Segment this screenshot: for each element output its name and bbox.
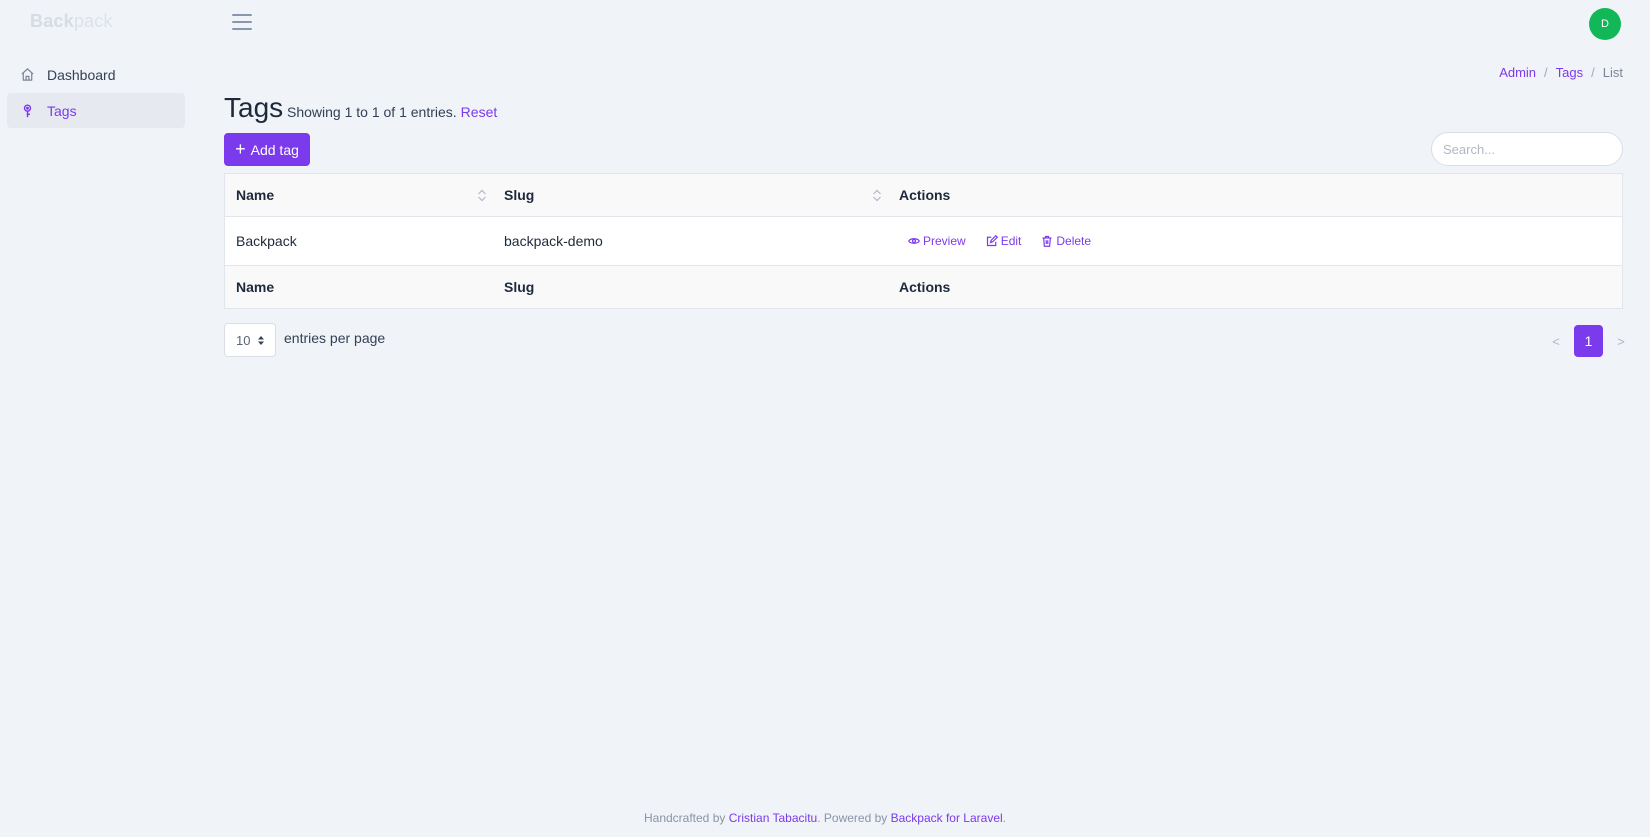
column-footer-actions: Actions [899,279,951,295]
brand-part-2: pack [73,11,113,31]
user-avatar[interactable]: D [1589,8,1621,40]
per-page-label: entries per page [284,330,386,346]
breadcrumb-admin[interactable]: Admin [1499,65,1536,80]
column-footer-slug: Slug [504,279,535,295]
delete-label: Delete [1056,234,1092,248]
edit-label: Edit [1000,234,1022,248]
per-page-select[interactable]: 10 [224,323,276,357]
next-page-button[interactable]: > [1609,334,1633,349]
preview-button[interactable]: Preview [908,234,966,248]
page-title: Tags [224,92,284,123]
table-footer-row: Name Slug Actions [225,265,1622,308]
row-actions: Preview Edit Delete [908,234,1091,248]
breadcrumb-separator: / [1544,65,1548,80]
plus-icon: + [235,138,246,159]
eye-icon [908,238,920,244]
pagination: < 1 > [1544,325,1633,357]
footer-text-3: . [1002,811,1007,825]
table-header-row: Name Slug Actions [225,174,1622,217]
home-icon [19,67,35,83]
preview-label: Preview [923,234,966,248]
add-tag-label: Add tag [250,141,299,158]
avatar-initial: D [1601,18,1609,30]
page-1-button[interactable]: 1 [1574,325,1603,357]
search-input[interactable] [1431,132,1623,166]
product-link[interactable]: Backpack for Laravel [891,811,1003,825]
table-row: Backpack backpack-demo Preview Edit Dele… [225,217,1622,265]
footer: Handcrafted by Cristian Tabacitu. Powere… [0,811,1650,825]
entries-summary: Showing 1 to 1 of 1 entries. Reset [287,104,497,120]
column-footer-name: Name [236,279,275,295]
select-arrows-icon [258,336,264,345]
top-bar: Backpack D [0,0,1650,46]
entries-summary-text: Showing 1 to 1 of 1 entries. [287,104,457,120]
cell-slug: backpack-demo [504,233,603,249]
column-header-name[interactable]: Name [236,187,274,203]
tag-icon [19,103,35,119]
breadcrumb: Admin / Tags / List [1499,65,1623,80]
column-header-actions: Actions [899,187,951,203]
breadcrumb-separator: / [1591,65,1595,80]
sort-icon[interactable] [477,188,487,203]
add-tag-button[interactable]: + Add tag [224,133,310,166]
author-link[interactable]: Cristian Tabacitu [729,811,818,825]
sidebar-item-label: Dashboard [47,66,116,83]
breadcrumb-current: List [1602,65,1623,80]
cell-name: Backpack [236,233,297,249]
previous-page-button[interactable]: < [1544,334,1568,349]
sidebar-item-dashboard[interactable]: Dashboard [7,57,185,92]
sort-icon[interactable] [872,188,882,203]
footer-text-1: Handcrafted by [643,811,726,825]
brand-logo[interactable]: Backpack [30,11,113,32]
column-header-slug[interactable]: Slug [504,187,534,203]
edit-icon [986,235,998,247]
sidebar: Dashboard Tags [7,57,185,129]
breadcrumb-tags[interactable]: Tags [1556,65,1583,80]
brand-part-1: Back [30,11,74,31]
trash-icon [1042,235,1052,247]
reset-link[interactable]: Reset [461,104,498,120]
sidebar-item-tags[interactable]: Tags [7,93,185,128]
edit-button[interactable]: Edit [986,234,1022,248]
tags-table: Name Slug Actions Backpack backpack-demo… [224,173,1623,309]
per-page-value: 10 [236,332,251,348]
footer-text-2: . Powered by [817,811,888,825]
delete-button[interactable]: Delete [1041,234,1091,248]
sidebar-item-label: Tags [47,102,77,119]
menu-toggle-icon[interactable] [232,14,252,31]
